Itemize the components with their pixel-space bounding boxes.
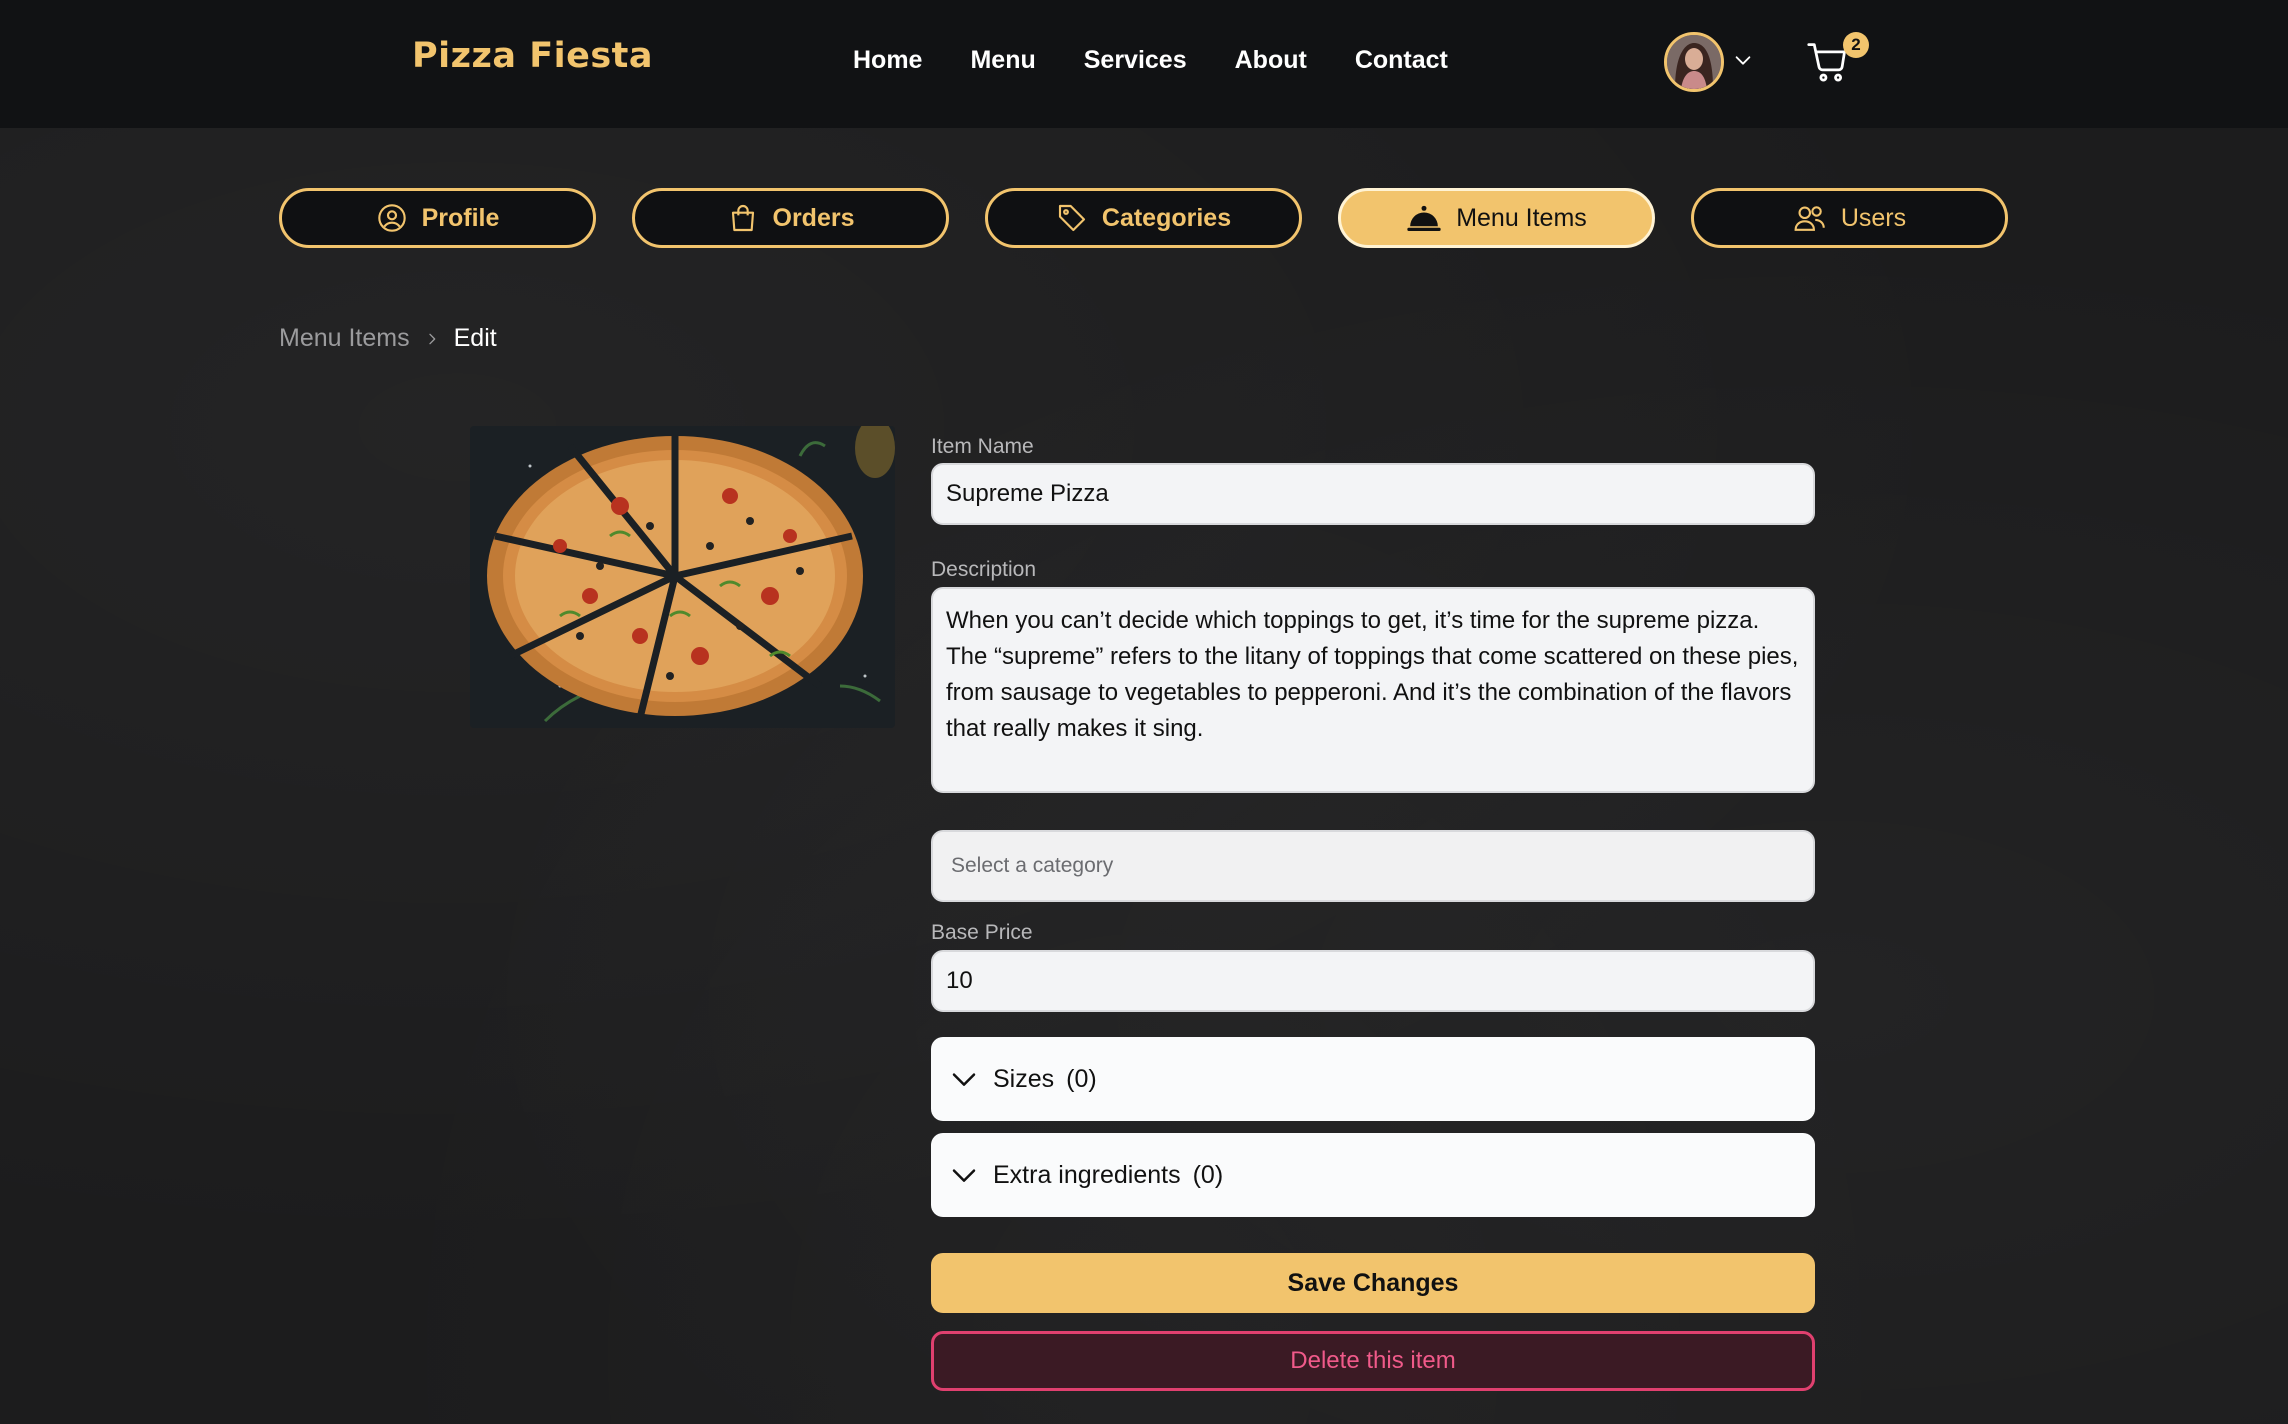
breadcrumb-menu-items[interactable]: Menu Items [279,324,410,353]
extra-ingredients-toggle[interactable]: Extra ingredients (0) [931,1133,1815,1217]
tab-label: Profile [421,203,500,232]
avatar[interactable] [1664,32,1724,92]
base-price-input[interactable]: 10 [931,950,1815,1012]
item-name-input[interactable]: Supreme Pizza [931,463,1815,525]
nav-menu[interactable]: Menu [970,46,1035,75]
nav-about[interactable]: About [1235,46,1307,75]
cart-count-badge: 2 [1843,32,1869,58]
avatar-image [1667,35,1721,89]
user-circle-icon [376,202,408,234]
nav-services[interactable]: Services [1084,46,1187,75]
extras-label: Extra ingredients [993,1160,1181,1189]
user-menu[interactable] [1664,32,1754,92]
tab-orders[interactable]: Orders [632,188,949,248]
tab-profile[interactable]: Profile [279,188,596,248]
category-select[interactable]: Select a category [931,830,1815,902]
brand-logo[interactable]: Pizza Fiesta [412,36,653,76]
chevron-down-icon [949,1064,979,1094]
description-label: Description [931,558,1037,581]
chevron-down-icon[interactable] [1732,49,1754,76]
delete-item-button[interactable]: Delete this item [931,1331,1815,1391]
menu-item-image[interactable] [470,426,895,728]
tab-label: Categories [1101,203,1232,232]
users-icon [1793,202,1827,234]
tab-label: Menu Items [1456,203,1587,232]
sizes-label: Sizes [993,1064,1055,1093]
tab-label: Users [1840,203,1907,232]
extras-count: (0) [1192,1160,1224,1189]
breadcrumb-current: Edit [453,324,497,352]
tab-menu-items[interactable]: Menu Items [1338,188,1655,248]
top-navbar: Pizza Fiesta Home Menu Services About Co… [0,0,2288,128]
description-textarea[interactable]: When you can’t decide which toppings to … [931,587,1815,793]
save-changes-button[interactable]: Save Changes [931,1253,1815,1313]
nav-contact[interactable]: Contact [1355,46,1448,75]
cloche-icon [1406,202,1442,234]
shopping-bag-icon [727,202,759,234]
sizes-toggle[interactable]: Sizes (0) [931,1037,1815,1121]
breadcrumb: Menu Items Edit [279,324,497,353]
tag-icon [1056,202,1088,234]
tab-label: Orders [772,203,855,232]
category-select-placeholder: Select a category [951,854,1114,877]
tab-users[interactable]: Users [1691,188,2008,248]
chevron-down-icon [949,1160,979,1190]
nav-home[interactable]: Home [853,46,922,75]
main-nav: Home Menu Services About Contact [853,46,1496,75]
item-name-label: Item Name [931,435,1034,458]
tab-categories[interactable]: Categories [985,188,1302,248]
base-price-label: Base Price [931,921,1033,944]
chevron-right-icon [424,331,440,347]
sizes-count: (0) [1066,1064,1097,1093]
